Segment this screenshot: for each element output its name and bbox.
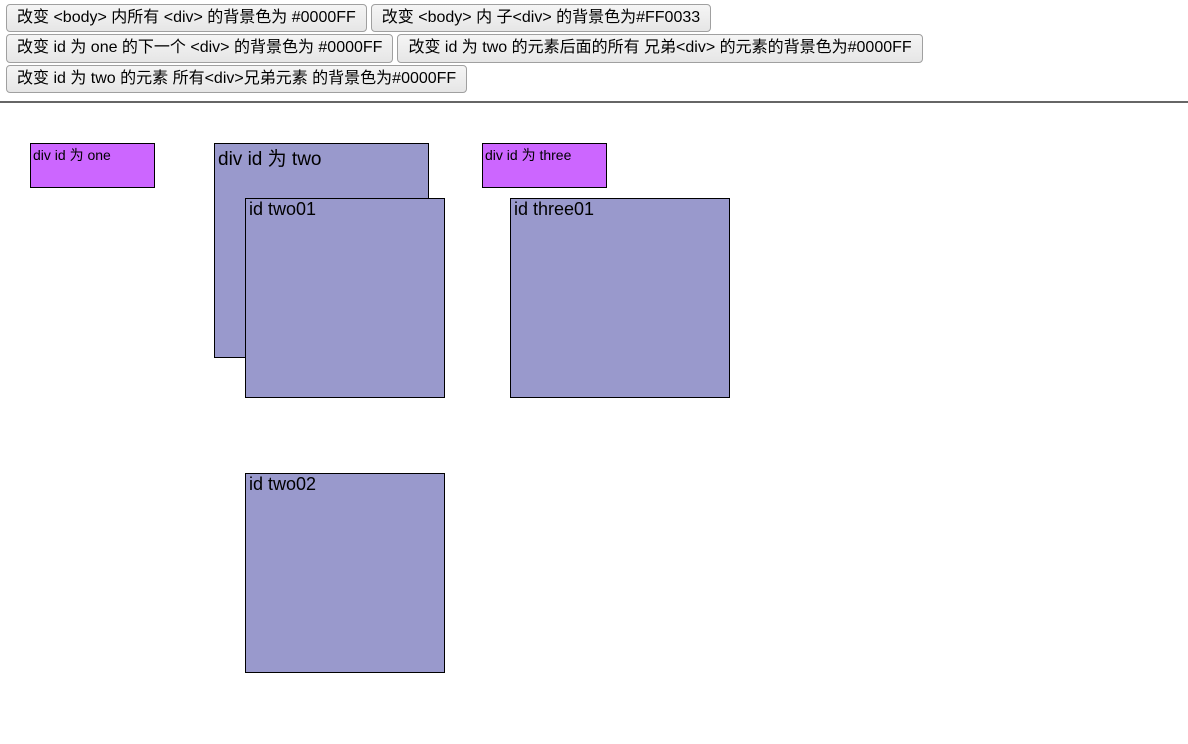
change-all-siblings-two-button[interactable]: 改变 id 为 two 的元素 所有<div>兄弟元素 的背景色为#0000FF	[6, 65, 467, 93]
button-row-3: 改变 id 为 two 的元素 所有<div>兄弟元素 的背景色为#0000FF	[6, 65, 1182, 93]
div-one: div id 为 one	[30, 143, 155, 188]
change-all-div-bg-button[interactable]: 改变 <body> 内所有 <div> 的背景色为 #0000FF	[6, 4, 367, 32]
canvas-area: div id 为 one div id 为 two id two01 id tw…	[0, 103, 1188, 723]
button-row-1: 改变 <body> 内所有 <div> 的背景色为 #0000FF 改变 <bo…	[6, 4, 1182, 32]
div-three: div id 为 three	[482, 143, 607, 188]
change-following-siblings-two-button[interactable]: 改变 id 为 two 的元素后面的所有 兄弟<div> 的元素的背景色为#00…	[397, 34, 922, 62]
div-two-label: div id 为 two	[218, 149, 321, 170]
change-child-div-bg-button[interactable]: 改变 <body> 内 子<div> 的背景色为#FF0033	[371, 4, 711, 32]
div-two01: id two01	[245, 198, 445, 398]
button-bar: 改变 <body> 内所有 <div> 的背景色为 #0000FF 改变 <bo…	[0, 0, 1188, 103]
button-row-2: 改变 id 为 one 的下一个 <div> 的背景色为 #0000FF 改变 …	[6, 34, 1182, 62]
change-next-div-after-one-button[interactable]: 改变 id 为 one 的下一个 <div> 的背景色为 #0000FF	[6, 34, 393, 62]
div-two02-label: id two02	[249, 474, 316, 494]
div-three-label: div id 为 three	[485, 147, 571, 163]
div-two02: id two02	[245, 473, 445, 673]
div-three01-label: id three01	[514, 199, 594, 219]
div-three01: id three01	[510, 198, 730, 398]
div-one-label: div id 为 one	[33, 147, 111, 163]
div-two01-label: id two01	[249, 199, 316, 219]
